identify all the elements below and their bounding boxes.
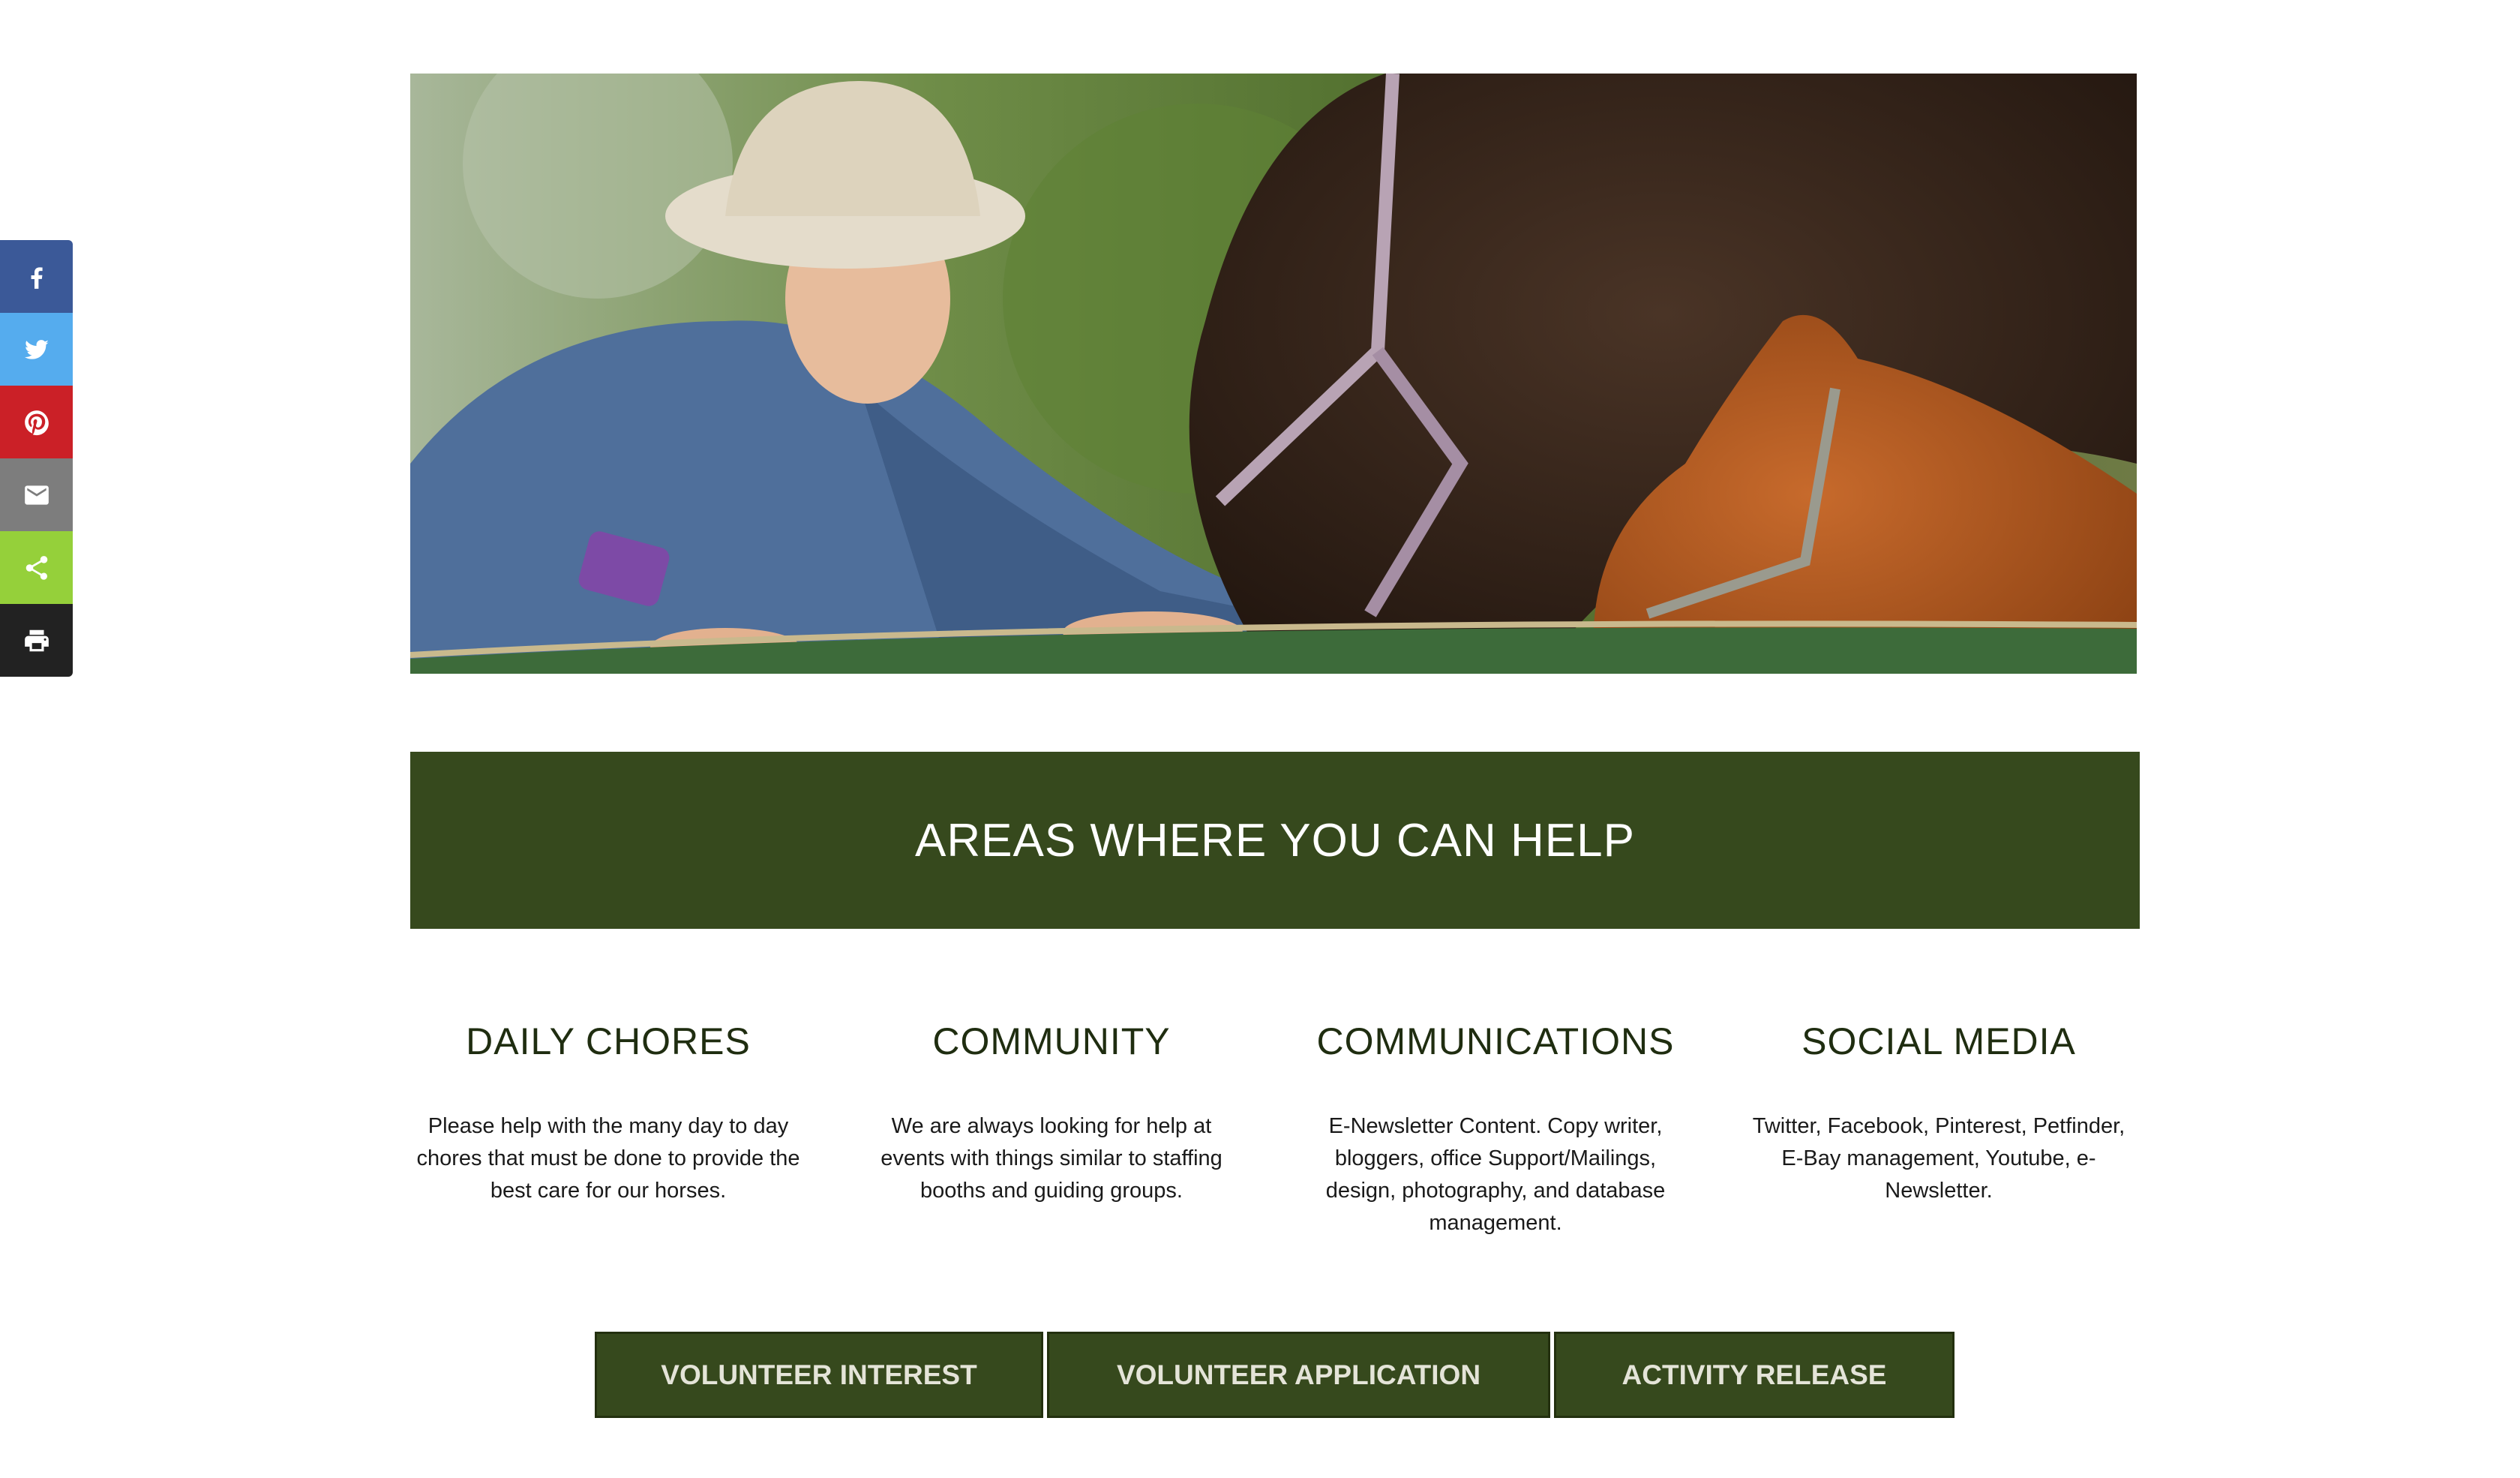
activity-release-button[interactable]: ACTIVITY RELEASE (1554, 1332, 1954, 1418)
hero-image (410, 74, 2137, 674)
pinterest-share-button[interactable] (0, 386, 73, 458)
area-text: Please help with the many day to day cho… (416, 1114, 800, 1203)
page: AREAS WHERE YOU CAN HELP DAILY CHORES Pl… (0, 0, 2520, 1478)
email-share-button[interactable] (0, 458, 73, 531)
area-community: COMMUNITY We are always looking for help… (842, 1011, 1262, 1207)
woman-with-horses-illustration (410, 74, 2137, 674)
area-text: We are always looking for help at events… (880, 1114, 1222, 1203)
share-sidebar (0, 240, 73, 677)
volunteer-interest-button[interactable]: VOLUNTEER INTEREST (595, 1332, 1043, 1418)
areas-banner: AREAS WHERE YOU CAN HELP (410, 752, 2140, 929)
banner-title: AREAS WHERE YOU CAN HELP (915, 814, 1635, 867)
share-icon (26, 555, 47, 580)
area-heading: SOCIAL MEDIA (1802, 1020, 2076, 1062)
facebook-share-button[interactable] (0, 240, 73, 313)
area-text: E-Newsletter Content. Copy writer, blogg… (1325, 1114, 1666, 1235)
twitter-share-button[interactable] (0, 313, 73, 386)
volunteer-application-button[interactable]: VOLUNTEER APPLICATION (1047, 1332, 1550, 1418)
print-button[interactable] (0, 604, 73, 677)
area-social-media: SOCIAL MEDIA Twitter, Facebook, Pinteres… (1729, 1011, 2149, 1207)
area-communications: COMMUNICATIONS E-Newsletter Content. Cop… (1286, 1011, 1706, 1239)
area-daily-chores: DAILY CHORES Please help with the many d… (398, 1011, 818, 1207)
area-text: Twitter, Facebook, Pinterest, Petfinder,… (1752, 1114, 2126, 1203)
email-icon (24, 485, 49, 505)
twitter-icon (24, 339, 49, 359)
pinterest-icon (24, 410, 49, 435)
area-heading: DAILY CHORES (466, 1020, 751, 1062)
area-heading: COMMUNITY (932, 1020, 1171, 1062)
area-heading: COMMUNICATIONS (1316, 1020, 1675, 1062)
facebook-icon (31, 266, 43, 289)
print-icon (24, 629, 49, 651)
share-button[interactable] (0, 531, 73, 604)
